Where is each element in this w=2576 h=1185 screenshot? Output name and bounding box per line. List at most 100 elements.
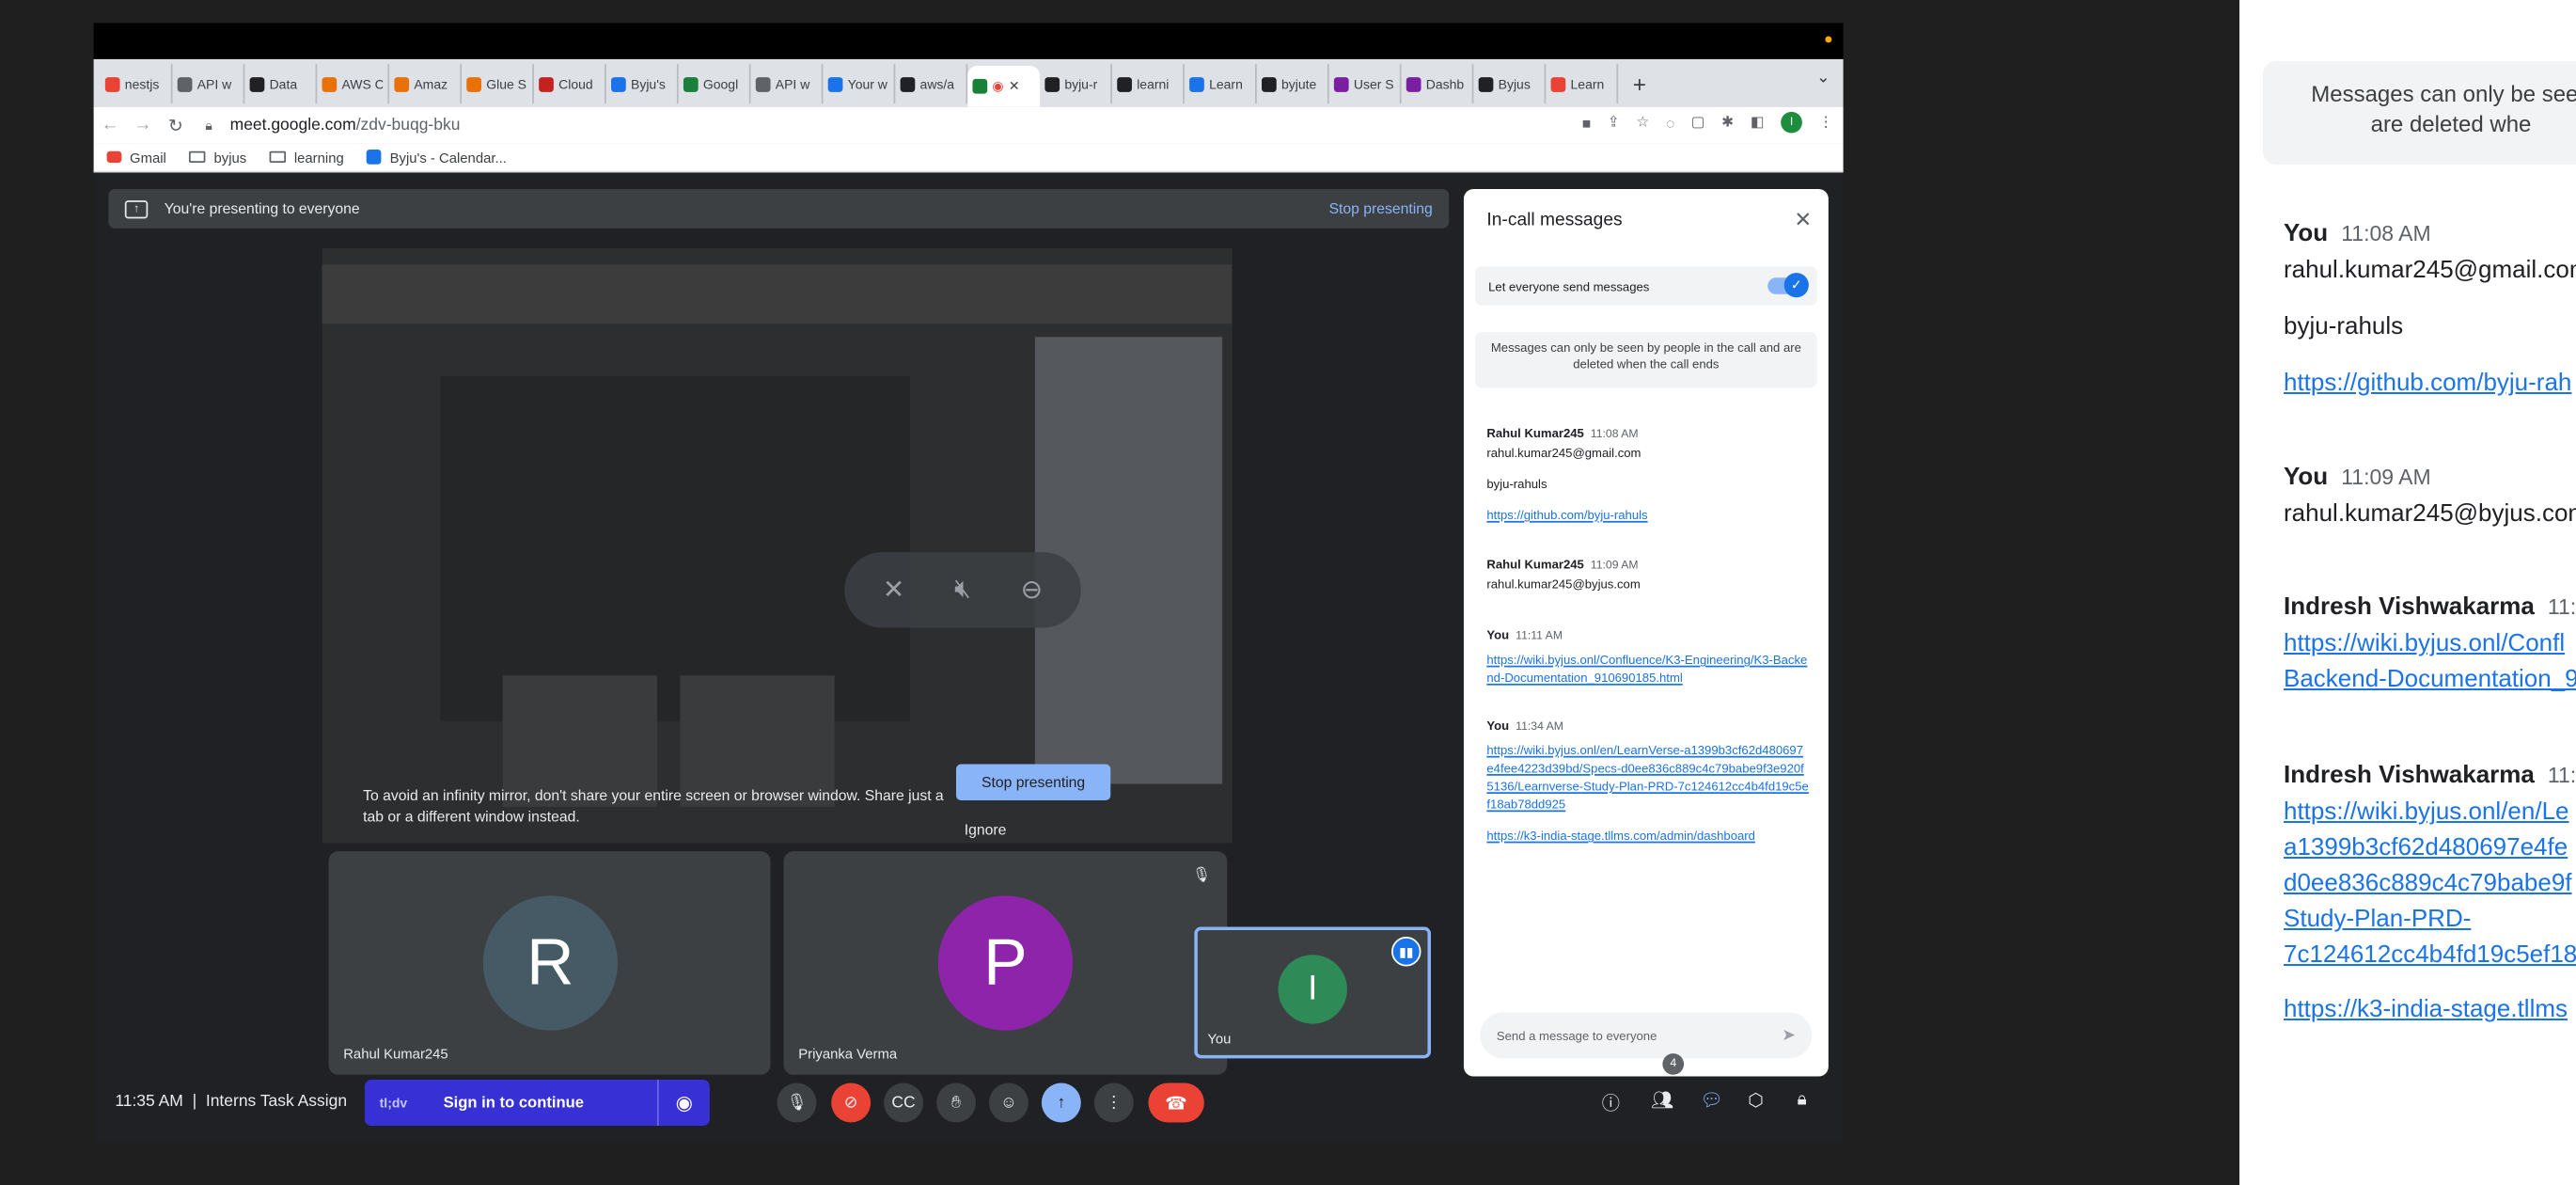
tab-label: byju-r xyxy=(1064,76,1098,91)
chat-link[interactable]: https://wiki.byjus.onl/en/Le xyxy=(2284,797,2569,825)
folder-icon xyxy=(189,150,206,163)
browser-tab[interactable]: byjute xyxy=(1257,64,1329,104)
chat-link[interactable]: https://k3-india-stage.tllms.com/admin/d… xyxy=(1486,829,1755,844)
chat-link[interactable]: https://wiki.byjus.onl/Confl xyxy=(2284,628,2565,656)
record-icon[interactable]: ◉ xyxy=(656,1080,710,1126)
extension-icon[interactable]: ◌ xyxy=(1666,114,1674,130)
stop-presenting-button[interactable]: Stop presenting xyxy=(955,764,1111,800)
close-icon[interactable]: ✕ xyxy=(1794,207,1812,233)
chat-link[interactable]: Study-Plan-PRD- xyxy=(2284,904,2471,932)
participant-name: Priyanka Verma xyxy=(798,1045,898,1062)
tab-label: Byjus xyxy=(1498,76,1531,91)
bookmark-calendar[interactable]: Byju's - Calendar... xyxy=(367,149,507,166)
chat-link[interactable]: https://wiki.byjus.onl/en/LearnVerse-a13… xyxy=(1486,743,1808,812)
share-icon[interactable]: ⇪ xyxy=(1608,114,1620,132)
browser-tab[interactable]: learni xyxy=(1112,64,1185,104)
browser-tab[interactable]: API w xyxy=(751,64,824,104)
tab-favicon-icon xyxy=(322,76,338,91)
raise-hand-icon[interactable]: ✋︎ xyxy=(936,1082,976,1123)
browser-tab[interactable]: API w xyxy=(172,64,245,104)
participant-tile-rahul[interactable]: R Rahul Kumar245 xyxy=(328,851,771,1075)
bookmark-byjus[interactable]: byjus xyxy=(189,149,246,166)
chat-link[interactable]: 7c124612cc4b4fd19c5ef18 xyxy=(2284,940,2576,968)
chat-notice: Messages can only be seen by people in t… xyxy=(1475,331,1817,388)
info-icon[interactable]: ⓘ xyxy=(1602,1090,1620,1116)
tab-close-icon[interactable]: ✕ xyxy=(1009,79,1020,94)
participant-tile-you[interactable]: I ▮▮ You xyxy=(1194,926,1431,1059)
chat-link[interactable]: https://wiki.byjus.onl/Confluence/K3-Eng… xyxy=(1486,653,1807,686)
tldv-signin-button[interactable]: tl;dv Sign in to continue ◉ xyxy=(364,1080,710,1126)
send-messages-toggle[interactable]: ✓ xyxy=(1767,273,1809,298)
chat-message: You 11:11 AM https://wiki.byjus.onl/Confl… xyxy=(1486,627,1808,686)
browser-tab[interactable]: nestjs xyxy=(101,64,173,104)
chat-link[interactable]: https://k3-india-stage.tllms xyxy=(2284,994,2568,1022)
browser-tab[interactable]: Your w xyxy=(823,64,896,104)
browser-tab[interactable]: Byjus xyxy=(1473,64,1547,104)
browser-tab[interactable]: Cloud xyxy=(534,64,606,104)
browser-tab[interactable]: Learn xyxy=(1546,64,1619,104)
bookmark-gmail[interactable]: Gmail xyxy=(106,149,166,166)
chat-link[interactable]: a1399b3cf62d480697e4fe xyxy=(2284,832,2568,861)
more-options-icon[interactable]: ⋮ xyxy=(1093,1082,1134,1123)
browser-tab[interactable]: Data xyxy=(244,64,318,104)
browser-tab[interactable]: Googl xyxy=(679,64,751,104)
bookmark-star-icon[interactable]: ☆ xyxy=(1636,114,1649,132)
reload-icon[interactable]: ↻ xyxy=(159,114,192,135)
chat-link[interactable]: Backend-Documentation_9 xyxy=(2284,664,2576,692)
message-input[interactable]: Send a message to everyone ➤ xyxy=(1480,1012,1813,1059)
activities-icon[interactable]: ⬡ xyxy=(1748,1090,1764,1111)
new-tab-icon[interactable]: + xyxy=(1618,64,1660,103)
preview-overlay-controls: ✕ 🔇︎ ⊖ xyxy=(844,552,1081,628)
infinity-mirror-message: To avoid an infinity mirror, don't share… xyxy=(363,787,944,826)
url-path: /zdv-buqg-bku xyxy=(355,116,461,134)
tab-label: Cloud xyxy=(558,76,593,91)
meet-control-bar: 11:35 AM | Interns Task Assign tl;dv Sig… xyxy=(94,1053,1844,1142)
side-panel-icon[interactable]: ◧ xyxy=(1751,114,1765,132)
browser-tab[interactable]: AWS C xyxy=(317,64,390,104)
browser-tab[interactable]: Learn xyxy=(1185,64,1257,104)
ignore-button[interactable]: Ignore xyxy=(965,822,1007,838)
stop-presenting-link[interactable]: Stop presenting xyxy=(1329,200,1433,216)
unpin-icon[interactable]: ✕ xyxy=(874,570,914,609)
captions-icon[interactable]: CC xyxy=(884,1082,924,1123)
tab-favicon-icon xyxy=(683,76,699,91)
browser-tab[interactable]: ◉ ✕ xyxy=(967,65,1041,107)
send-icon[interactable]: ➤ xyxy=(1782,1026,1796,1044)
tab-favicon-icon xyxy=(1189,76,1204,91)
remove-icon[interactable]: ⊖ xyxy=(1012,570,1051,609)
hang-up-icon[interactable]: ☎︎ xyxy=(1148,1082,1204,1123)
tab-favicon-icon xyxy=(1478,76,1494,91)
tab-label: nestjs xyxy=(124,76,160,91)
camera-indicator-icon[interactable]: ■ xyxy=(1582,114,1592,130)
people-icon[interactable]: 👥︎ xyxy=(1651,1090,1673,1111)
mute-icon[interactable]: 🔇︎ xyxy=(943,570,982,609)
chat-link[interactable]: https://github.com/byju-rah xyxy=(2284,368,2571,396)
participant-tile-priyanka[interactable]: P 🎙︎ Priyanka Verma xyxy=(783,851,1228,1075)
extension-icon-2[interactable]: ▢ xyxy=(1691,114,1705,132)
browser-tab[interactable]: Glue S xyxy=(462,64,534,104)
host-controls-icon[interactable]: 🔒︎ xyxy=(1798,1090,1807,1112)
profile-avatar[interactable]: I xyxy=(1781,111,1802,134)
present-icon[interactable]: ↑ xyxy=(1041,1082,1081,1123)
browser-tab[interactable]: Dashb xyxy=(1402,64,1474,104)
kebab-menu-icon[interactable]: ⋮ xyxy=(1818,114,1833,132)
forward-icon[interactable]: → xyxy=(127,115,160,134)
extensions-puzzle-icon[interactable]: ✱ xyxy=(1721,114,1734,132)
address-bar[interactable]: 🔒︎ meet.google.com/zdv-buqg-bku xyxy=(205,110,1651,139)
tab-strip: nestjs API w Data AWS C Amaz Glue S Cloud Byju'… xyxy=(93,58,1844,107)
browser-tab[interactable]: aws/a xyxy=(895,64,968,104)
tab-label: Googl xyxy=(702,76,739,91)
browser-tab[interactable]: Byju's xyxy=(606,64,679,104)
browser-tab[interactable]: byju-r xyxy=(1040,64,1112,104)
camera-off-icon[interactable]: ⊘ xyxy=(831,1082,872,1123)
tab-search-chevron-icon[interactable]: ⌄ xyxy=(1816,69,1830,87)
bookmark-learning[interactable]: learning xyxy=(269,149,344,166)
browser-tab[interactable]: User S xyxy=(1329,64,1402,104)
back-icon[interactable]: ← xyxy=(94,115,127,134)
microphone-icon[interactable]: 🎙︎ xyxy=(777,1082,817,1123)
browser-tab[interactable]: Amaz xyxy=(389,64,463,104)
chat-link[interactable]: d0ee836c889c4c79babe9f xyxy=(2284,868,2572,896)
chat-icon[interactable]: 💬︎ xyxy=(1701,1090,1723,1111)
chat-link[interactable]: https://github.com/byju-rahuls xyxy=(1486,508,1647,523)
emoji-icon[interactable]: ☺ xyxy=(988,1082,1029,1123)
